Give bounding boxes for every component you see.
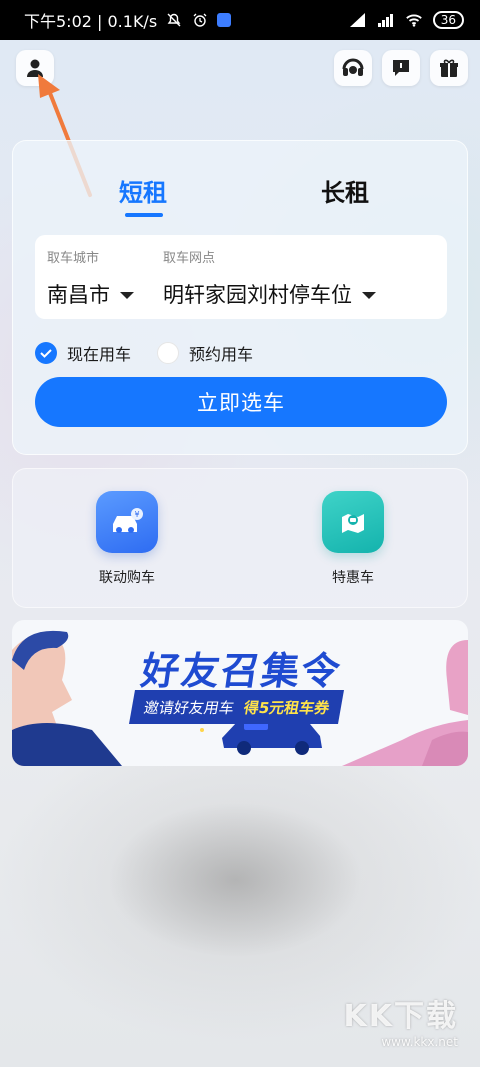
pickup-selector: 取车城市 南昌市 取车网点 明轩家园刘村停车位 (35, 235, 447, 319)
booking-card: 短租 长租 取车城市 南昌市 取车网点 明轩家园刘村停车位 现在用车 预约用车 … (12, 140, 468, 455)
pickup-city-label: 取车城市 (47, 251, 100, 266)
banner-subtitle-strip: 邀请好友用车 得5元租车券 (129, 690, 345, 724)
chat-icon (393, 60, 409, 76)
status-bar: 下午5:02 | 0.1K/s 36 (0, 0, 480, 40)
discount-car-icon (322, 491, 384, 553)
customer-service-button[interactable] (334, 50, 372, 86)
select-car-button[interactable]: 立即选车 (35, 377, 447, 427)
headset-icon (342, 58, 364, 76)
battery-indicator: 36 (432, 11, 464, 29)
pickup-point-label: 取车网点 (163, 251, 216, 266)
gift-icon (440, 59, 458, 77)
tab-active-indicator (125, 213, 163, 217)
tab-long-rent[interactable]: 长租 (321, 173, 369, 208)
banner-subtitle: 邀请好友用车 (142, 698, 236, 717)
mute-icon (165, 11, 183, 29)
app-notification-icon (217, 13, 232, 27)
svg-text:¥: ¥ (134, 510, 139, 519)
status-time-speed: 下午5:02 | 0.1K/s (24, 12, 158, 31)
radio-unchecked-icon (157, 342, 179, 364)
banner-title: 好友召集令 (138, 649, 345, 693)
watermark: KK下载 www.kkx.net (344, 991, 459, 1049)
pickup-point-dropdown[interactable]: 明轩家园刘村停车位 (163, 279, 376, 309)
option-use-now-label: 现在用车 (67, 345, 132, 364)
pickup-city-value: 南昌市 (47, 283, 110, 307)
signal-icon (349, 11, 367, 29)
watermark-logo: KK下载 (343, 999, 458, 1034)
option-use-now[interactable]: 现在用车 (35, 341, 131, 365)
gift-button[interactable] (430, 50, 468, 86)
service-linked-purchase[interactable]: ¥ 联动购车 (67, 491, 187, 587)
wifi-icon (405, 11, 423, 29)
service-discount-car-label: 特惠车 (332, 570, 374, 586)
chevron-down-icon (120, 291, 134, 299)
invite-friends-banner[interactable]: 好友召集令 邀请好友用车 得5元租车券 (12, 620, 468, 766)
services-card: ¥ 联动购车 特惠车 (12, 468, 468, 608)
radio-checked-icon (35, 342, 57, 364)
alarm-icon (191, 11, 209, 29)
watermark-url: www.kkx.net (381, 1035, 458, 1049)
chevron-down-icon (362, 291, 376, 299)
signal-icon (377, 11, 395, 29)
car-purchase-icon: ¥ (96, 491, 158, 553)
pickup-point-value: 明轩家园刘村停车位 (163, 283, 352, 307)
banner-highlight: 得5元租车券 (242, 698, 331, 717)
service-linked-purchase-label: 联动购车 (99, 570, 155, 586)
pickup-city-dropdown[interactable]: 南昌市 (47, 279, 134, 309)
message-button[interactable] (382, 50, 420, 86)
service-discount-car[interactable]: 特惠车 (293, 491, 413, 587)
tab-short-rent[interactable]: 短租 (119, 173, 167, 208)
option-reserve[interactable]: 预约用车 (157, 341, 253, 365)
option-reserve-label: 预约用车 (189, 345, 254, 364)
